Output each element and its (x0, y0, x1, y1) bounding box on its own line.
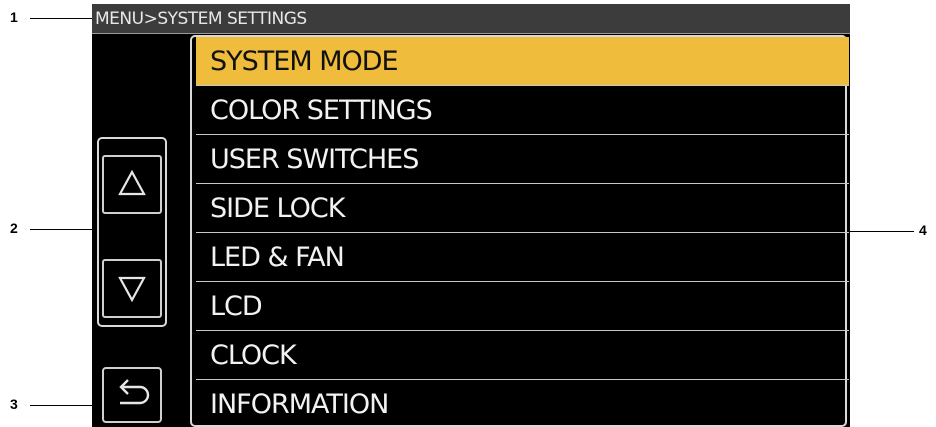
lcd-screen: MENU>SYSTEM SETTINGS SYSTEM MODE COLOR S… (92, 4, 850, 427)
scroll-buttons-group (97, 137, 167, 327)
back-button[interactable] (102, 367, 162, 423)
breadcrumb: MENU>SYSTEM SETTINGS (92, 4, 850, 34)
callout-line-4 (846, 231, 914, 232)
scroll-up-button[interactable] (102, 155, 162, 214)
triangle-up-icon (118, 169, 146, 196)
callout-line-2 (30, 229, 98, 230)
menu-item-lcd[interactable]: LCD (196, 282, 849, 331)
menu-item-user-switches[interactable]: USER SWITCHES (196, 135, 849, 184)
menu-item-color-settings[interactable]: COLOR SETTINGS (196, 86, 849, 135)
menu-list: SYSTEM MODE COLOR SETTINGS USER SWITCHES… (190, 35, 849, 427)
return-arrow-icon (119, 379, 150, 405)
menu-item-system-mode[interactable]: SYSTEM MODE (196, 37, 849, 86)
menu-item-clock[interactable]: CLOCK (196, 331, 849, 380)
callout-1: 1 (10, 9, 18, 25)
callout-2: 2 (10, 220, 18, 236)
callout-3: 3 (10, 396, 18, 412)
scroll-down-button[interactable] (102, 259, 162, 318)
triangle-down-icon (118, 276, 146, 303)
menu-item-led-fan[interactable]: LED & FAN (196, 233, 849, 282)
menu-item-information[interactable]: INFORMATION (196, 380, 849, 427)
menu-item-side-lock[interactable]: SIDE LOCK (196, 184, 849, 233)
callout-4: 4 (919, 222, 927, 238)
callout-line-1 (30, 18, 94, 19)
